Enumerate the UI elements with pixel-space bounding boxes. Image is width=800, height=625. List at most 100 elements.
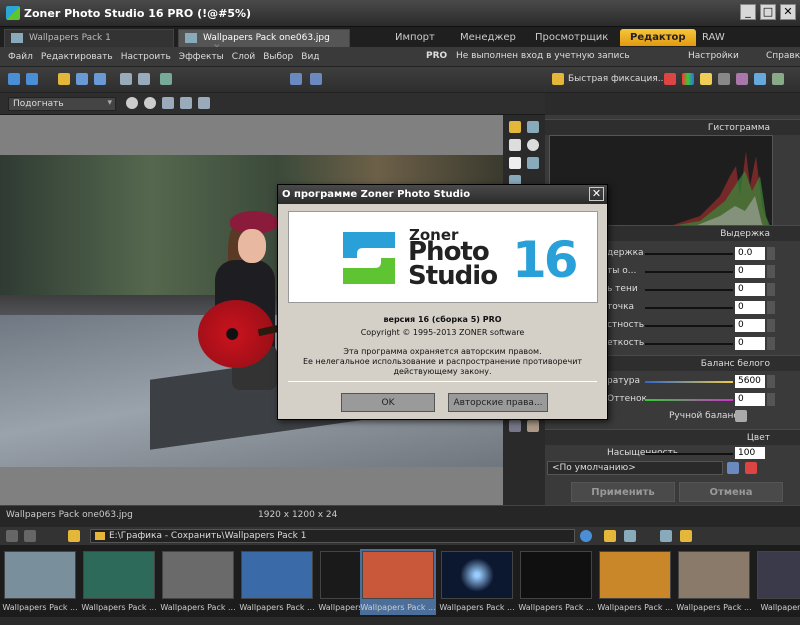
slider[interactable] [645,453,733,455]
maximize-button[interactable]: □ [760,4,776,20]
folder-up-icon[interactable] [68,530,80,542]
slider[interactable] [645,325,733,327]
rainbow-icon[interactable] [682,73,694,85]
value-input[interactable]: 0 [735,319,765,332]
zoom-out-icon[interactable] [144,97,156,109]
spinner[interactable] [767,283,775,296]
copyright-button[interactable]: Авторские права... [448,393,548,412]
thumbnail-item-selected[interactable]: Wallpapers Pack ... [360,549,436,615]
select-icon[interactable] [509,139,521,151]
tab-import[interactable]: Импорт [385,29,445,46]
menu-edit[interactable]: Редактировать [37,47,117,62]
fullscreen-icon[interactable] [198,97,210,109]
back-icon[interactable] [6,530,18,542]
spinner[interactable] [767,319,775,332]
color-header[interactable]: Цвет [545,429,800,445]
redo-icon[interactable] [26,73,38,85]
minimize-button[interactable]: _ [740,4,756,20]
view-single-icon[interactable] [290,73,302,85]
slider[interactable] [645,271,733,273]
thumbnail-item[interactable]: Wallpapers Pack ... [439,549,515,615]
menu-view[interactable]: Вид [297,47,323,62]
value-input[interactable]: 5600 [735,375,765,388]
tab-document-folder[interactable]: Wallpapers Pack 1 [4,29,174,47]
zoom-select[interactable]: Подогнать [8,97,116,111]
copy-icon[interactable] [120,73,132,85]
spinner[interactable] [767,375,775,388]
favorites-icon[interactable] [680,530,692,542]
delete-preset-icon[interactable] [745,462,757,474]
value-input[interactable]: 0 [735,337,765,350]
histogram-header[interactable]: Гистограмма [545,119,800,135]
thumbnail-item[interactable]: Wallpapers Pack ... [676,549,752,615]
ok-button[interactable]: OK [341,393,435,412]
view-compare-icon[interactable] [310,73,322,85]
thumbnail-item[interactable]: Wallpapers Pack ... [81,549,157,615]
fit-icon[interactable] [162,97,174,109]
tools-icon[interactable] [754,73,766,85]
menu-adjust[interactable]: Настроить [117,47,175,62]
slider[interactable] [645,289,733,291]
layer-tool-icon[interactable] [509,420,521,432]
crop-icon[interactable] [160,73,172,85]
new-folder-icon[interactable] [604,530,616,542]
spinner[interactable] [767,247,775,260]
auto-fix-icon[interactable] [509,121,521,133]
thumbnail-item[interactable]: Wallpapers Pack ... [597,549,673,615]
cancel-adjust-button[interactable]: Отмена [679,482,783,502]
spinner[interactable] [767,337,775,350]
save-icon[interactable] [76,73,88,85]
preset-select[interactable]: <По умолчанию> [547,461,723,475]
value-input[interactable]: 0 [735,301,765,314]
more-tools-icon[interactable] [772,73,784,85]
print-icon[interactable] [527,121,539,133]
tab-editor[interactable]: Редактор [620,29,696,46]
tab-raw[interactable]: RAW [692,29,735,46]
help-link[interactable]: Справка [766,51,800,61]
levels-icon[interactable] [718,73,730,85]
menu-effects[interactable]: Эффекты [175,47,228,62]
slider[interactable] [645,343,733,345]
save-preset-icon[interactable] [727,462,739,474]
brightness-icon[interactable] [700,73,712,85]
value-input[interactable]: 100 [735,447,765,459]
hand-icon[interactable] [509,157,521,169]
temperature-slider[interactable] [645,381,733,383]
value-input[interactable]: 0 [735,265,765,278]
thumbnail-item[interactable]: Wallpapers Pack [755,549,800,615]
tab-manager[interactable]: Менеджер [450,29,526,46]
slider[interactable] [645,307,733,309]
path-input[interactable]: E:\Графика - Сохранить\Wallpapers Pack 1 [90,529,575,543]
menu-file[interactable]: Файл [4,47,37,62]
paste-icon[interactable] [138,73,150,85]
slider[interactable] [645,253,733,255]
spinner[interactable] [767,301,775,314]
color-icon[interactable] [664,73,676,85]
spinner[interactable] [767,393,775,406]
filter-icon[interactable] [660,530,672,542]
undo-icon[interactable] [8,73,20,85]
refresh-icon[interactable] [580,530,592,542]
eyedropper-icon[interactable] [735,410,747,422]
login-status[interactable]: Не выполнен вход в учетную запись [456,51,630,61]
value-input[interactable]: 0 [735,393,765,406]
rotate-icon[interactable] [527,157,539,169]
thumbnail-scrollbar[interactable] [0,617,800,625]
menu-select[interactable]: Выбор [259,47,297,62]
tab-viewer[interactable]: Просмотрщик [525,29,618,46]
tab-document-image[interactable]: Wallpapers Pack one063.jpg ✕ [178,29,350,53]
value-input[interactable]: 0 [735,283,765,296]
spinner[interactable] [767,265,775,278]
magnifier-icon[interactable] [527,139,539,151]
zoom-in-icon[interactable] [126,97,138,109]
sort-icon[interactable] [624,530,636,542]
forward-icon[interactable] [24,530,36,542]
dialog-close-button[interactable]: ✕ [589,187,604,201]
apply-button[interactable]: Применить [571,482,675,502]
quick-fix-button[interactable]: Быстрая фиксация... [568,74,666,84]
thumbnail-item[interactable]: Wallpapers Pack ... [518,549,594,615]
tint-slider[interactable] [645,399,733,401]
open-icon[interactable] [58,73,70,85]
thumbnail-item[interactable]: Wallpapers Pack ... [160,549,236,615]
menu-layer[interactable]: Слой [228,47,259,62]
